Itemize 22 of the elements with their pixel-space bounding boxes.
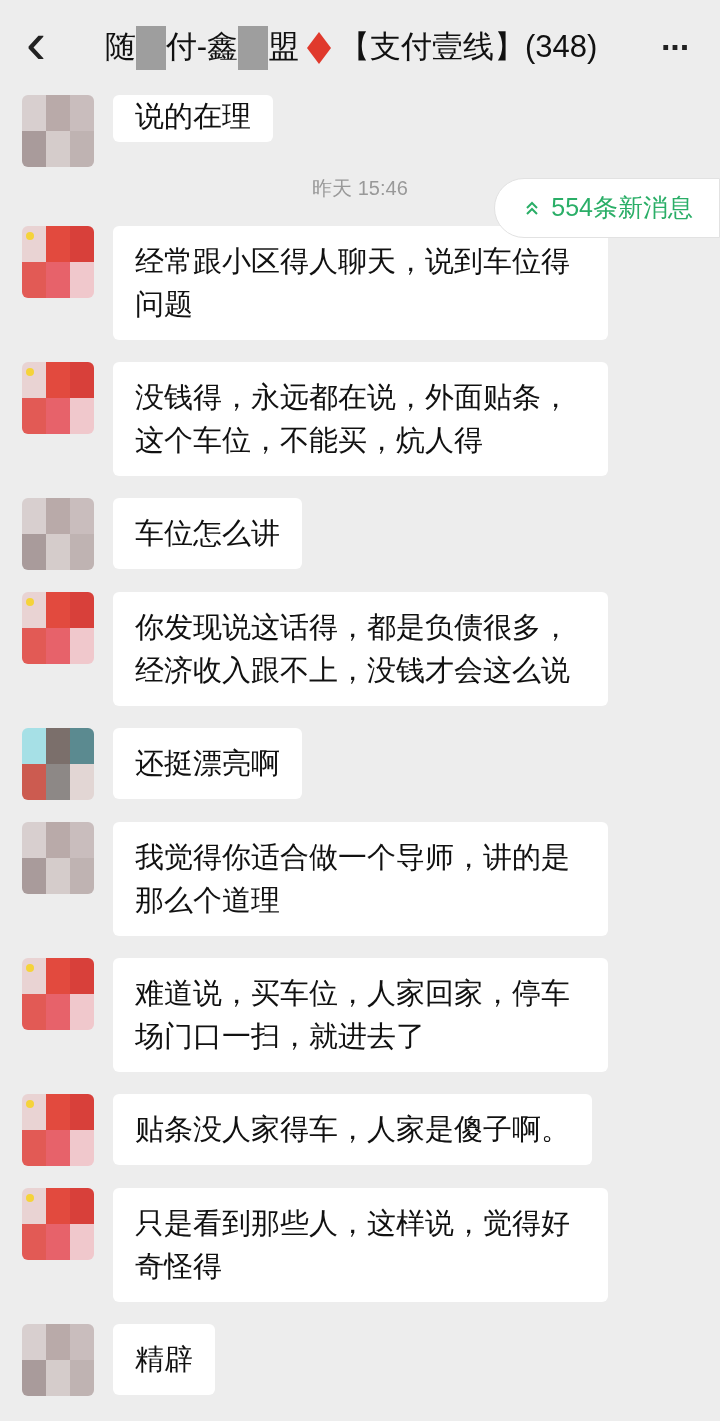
message-bubble: 贴条没人家得车，人家是傻子啊。 [113, 1094, 592, 1165]
double-chevron-up-icon [525, 200, 540, 216]
message-bubble: 你发现说这话得，都是负债很多，经济收入跟不上，没钱才会这么说 [113, 592, 608, 706]
title-text: 随 [104, 28, 136, 67]
redaction-block [237, 25, 268, 70]
message-bubble: 车位怎么讲 [113, 498, 302, 569]
message-bubble: 精辟 [113, 1324, 215, 1395]
title-text: 付-鑫 [165, 28, 238, 67]
message-bubble: 难道说，买车位，人家回家，停车场门口一扫，就进去了 [113, 958, 608, 1072]
message-bubble: 还挺漂亮啊 [113, 728, 302, 799]
message-bubble: 说的在理 [113, 95, 273, 142]
message-bubble: 经常跟小区得人聊天，说到车位得问题 [113, 226, 608, 340]
redaction-block [135, 25, 166, 70]
message-bubble: 没钱得，永远都在说，外面贴条，这个车位，不能买，炕人得 [113, 362, 608, 476]
title-text: 【支付壹线】(348) [338, 28, 598, 67]
back-button[interactable]: ‹ [0, 0, 72, 95]
message-bubble: 只是看到那些人，这样说，觉得好奇怪得 [113, 1188, 608, 1302]
message-bubble: 我觉得你适合做一个导师，讲的是那么个道理 [113, 822, 608, 936]
timestamp: 昨天 15:46 [312, 176, 408, 201]
more-button[interactable]: ··· [630, 0, 720, 95]
title-text: 盟 [267, 28, 299, 67]
diamond-icon [306, 31, 331, 64]
